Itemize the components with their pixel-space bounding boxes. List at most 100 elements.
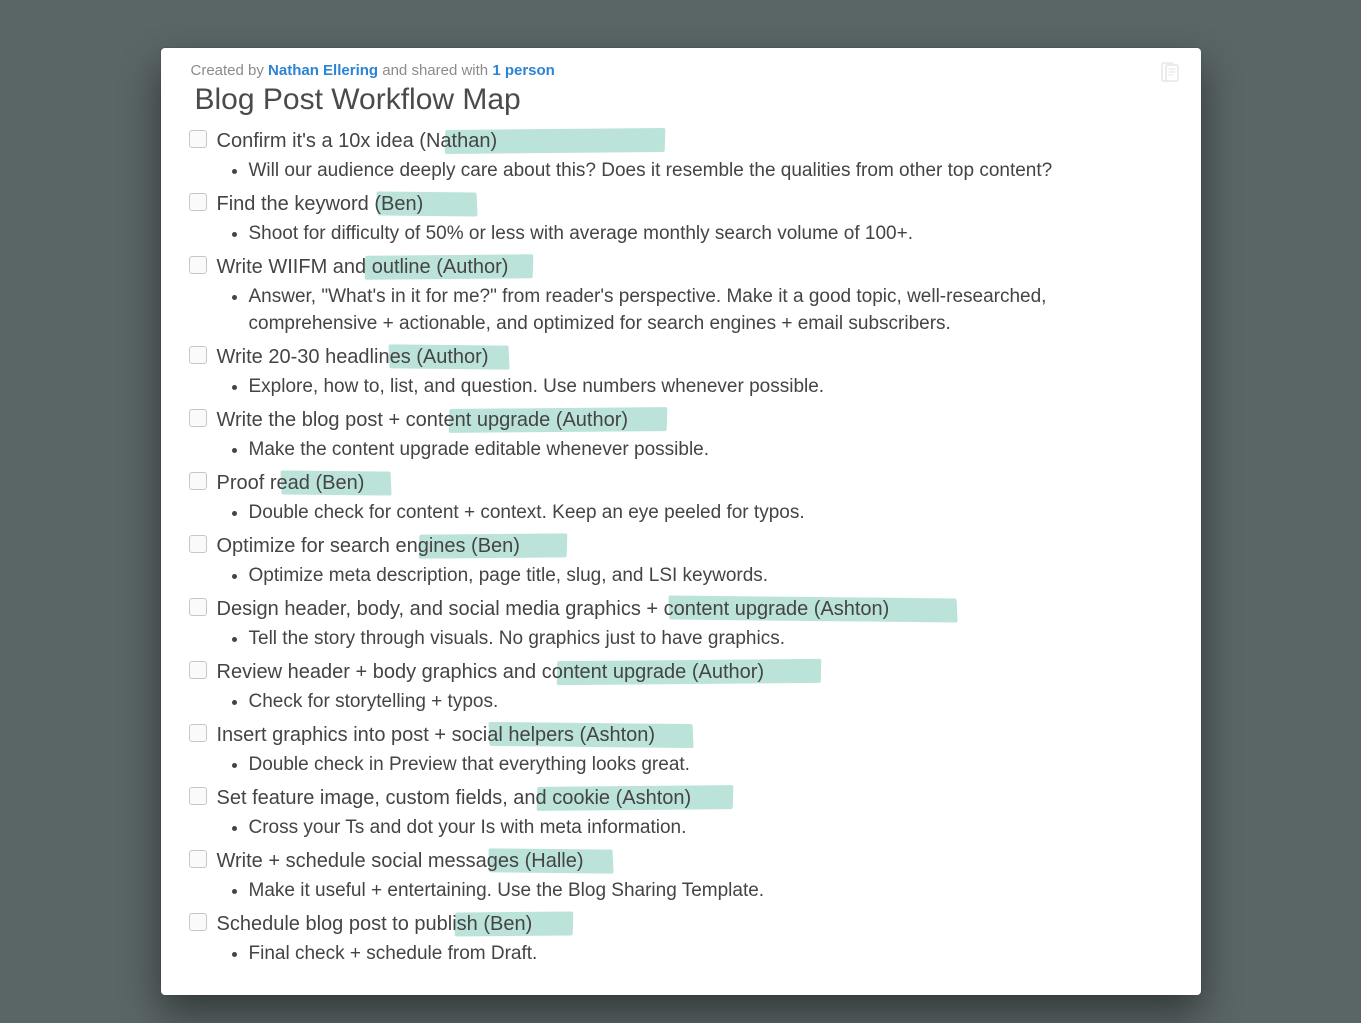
task-label: Write 20-30 headlines (Author)	[217, 343, 489, 371]
task-line: Set feature image, custom fields, and co…	[189, 784, 1173, 812]
task-checkbox[interactable]	[189, 535, 207, 553]
task-sub-list: Make it useful + entertaining. Use the B…	[189, 877, 1173, 904]
task-sub-list: Check for storytelling + typos.	[189, 688, 1173, 715]
task-sub-item: Optimize meta description, page title, s…	[249, 562, 1173, 589]
task-item: Set feature image, custom fields, and co…	[189, 784, 1173, 841]
task-sub-list: Double check in Preview that everything …	[189, 751, 1173, 778]
task-sub-item: Tell the story through visuals. No graph…	[249, 625, 1173, 652]
task-checkbox[interactable]	[189, 598, 207, 616]
note-type-icon	[1161, 62, 1179, 82]
task-checkbox[interactable]	[189, 913, 207, 931]
task-sub-item: Cross your Ts and dot your Is with meta …	[249, 814, 1173, 841]
task-label-text: Write 20-30 headlines (Author)	[217, 346, 489, 368]
task-label: Proof read (Ben)	[217, 469, 365, 497]
task-label-text: Insert graphics into post + social helpe…	[217, 724, 656, 746]
task-label-text: Review header + body graphics and conten…	[217, 661, 765, 683]
task-item: Insert graphics into post + social helpe…	[189, 721, 1173, 778]
task-label: Review header + body graphics and conten…	[217, 658, 765, 686]
task-item: Proof read (Ben) Double check for content…	[189, 469, 1173, 526]
task-line: Review header + body graphics and conten…	[189, 658, 1173, 686]
task-line: Schedule blog post to publish (Ben)	[189, 910, 1173, 938]
task-label-text: Proof read (Ben)	[217, 472, 365, 494]
task-sub-list: Answer, "What's in it for me?" from read…	[189, 283, 1173, 337]
task-sub-item: Make it useful + entertaining. Use the B…	[249, 877, 1173, 904]
task-item: Schedule blog post to publish (Ben) Final…	[189, 910, 1173, 967]
task-item: Write + schedule social messages (Halle)…	[189, 847, 1173, 904]
note-card: Created by Nathan Ellering and shared wi…	[161, 48, 1201, 995]
task-list: Confirm it's a 10x idea (Nathan) Will our…	[189, 127, 1173, 967]
task-item: Write the blog post + content upgrade (A…	[189, 406, 1173, 463]
task-line: Write + schedule social messages (Halle)	[189, 847, 1173, 875]
task-label-text: Schedule blog post to publish (Ben)	[217, 913, 533, 935]
meta-line: Created by Nathan Ellering and shared wi…	[189, 62, 1173, 79]
task-line: Find the keyword (Ben)	[189, 190, 1173, 218]
shared-with-link[interactable]: 1 person	[492, 62, 555, 79]
task-line: Optimize for search engines (Ben)	[189, 532, 1173, 560]
task-item: Design header, body, and social media gr…	[189, 595, 1173, 652]
task-item: Write 20-30 headlines (Author) Explore, h…	[189, 343, 1173, 400]
task-sub-item: Double check for content + context. Keep…	[249, 499, 1173, 526]
task-line: Proof read (Ben)	[189, 469, 1173, 497]
task-sub-item: Will our audience deeply care about this…	[249, 157, 1173, 184]
task-checkbox[interactable]	[189, 724, 207, 742]
task-checkbox[interactable]	[189, 472, 207, 490]
task-sub-list: Shoot for difficulty of 50% or less with…	[189, 220, 1173, 247]
task-sub-list: Cross your Ts and dot your Is with meta …	[189, 814, 1173, 841]
task-label-text: Optimize for search engines (Ben)	[217, 535, 520, 557]
task-label-text: Write the blog post + content upgrade (A…	[217, 409, 629, 431]
task-checkbox[interactable]	[189, 850, 207, 868]
author-link[interactable]: Nathan Ellering	[268, 62, 378, 79]
task-sub-list: Optimize meta description, page title, s…	[189, 562, 1173, 589]
task-sub-item: Explore, how to, list, and question. Use…	[249, 373, 1173, 400]
task-item: Find the keyword (Ben) Shoot for difficul…	[189, 190, 1173, 247]
task-sub-item: Answer, "What's in it for me?" from read…	[249, 283, 1173, 337]
task-sub-item: Final check + schedule from Draft.	[249, 940, 1173, 967]
task-sub-list: Make the content upgrade editable whenev…	[189, 436, 1173, 463]
task-line: Write the blog post + content upgrade (A…	[189, 406, 1173, 434]
task-sub-item: Check for storytelling + typos.	[249, 688, 1173, 715]
task-line: Insert graphics into post + social helpe…	[189, 721, 1173, 749]
task-label: Set feature image, custom fields, and co…	[217, 784, 692, 812]
task-label-text: Set feature image, custom fields, and co…	[217, 787, 692, 809]
task-line: Write 20-30 headlines (Author)	[189, 343, 1173, 371]
task-sub-item: Double check in Preview that everything …	[249, 751, 1173, 778]
task-checkbox[interactable]	[189, 130, 207, 148]
meta-prefix: Created by	[191, 62, 269, 79]
task-label-text: Write WIIFM and outline (Author)	[217, 256, 509, 278]
task-label-text: Find the keyword (Ben)	[217, 193, 424, 215]
task-label: Write + schedule social messages (Halle)	[217, 847, 584, 875]
task-label: Schedule blog post to publish (Ben)	[217, 910, 533, 938]
task-label-text: Design header, body, and social media gr…	[217, 598, 890, 620]
task-label: Find the keyword (Ben)	[217, 190, 424, 218]
task-item: Confirm it's a 10x idea (Nathan) Will our…	[189, 127, 1173, 184]
note-title: Blog Post Workflow Map	[189, 83, 1173, 117]
task-checkbox[interactable]	[189, 409, 207, 427]
task-sub-item: Make the content upgrade editable whenev…	[249, 436, 1173, 463]
task-sub-list: Will our audience deeply care about this…	[189, 157, 1173, 184]
task-label: Write WIIFM and outline (Author)	[217, 253, 509, 281]
task-line: Confirm it's a 10x idea (Nathan)	[189, 127, 1173, 155]
task-label-text: Write + schedule social messages (Halle)	[217, 850, 584, 872]
meta-mid: and shared with	[378, 62, 492, 79]
task-checkbox[interactable]	[189, 193, 207, 211]
task-item: Write WIIFM and outline (Author) Answer, …	[189, 253, 1173, 337]
task-line: Design header, body, and social media gr…	[189, 595, 1173, 623]
task-sub-list: Explore, how to, list, and question. Use…	[189, 373, 1173, 400]
task-line: Write WIIFM and outline (Author)	[189, 253, 1173, 281]
task-checkbox[interactable]	[189, 256, 207, 274]
task-item: Optimize for search engines (Ben) Optimiz…	[189, 532, 1173, 589]
task-label: Design header, body, and social media gr…	[217, 595, 890, 623]
task-sub-list: Double check for content + context. Keep…	[189, 499, 1173, 526]
task-label: Write the blog post + content upgrade (A…	[217, 406, 629, 434]
task-sub-item: Shoot for difficulty of 50% or less with…	[249, 220, 1173, 247]
task-label: Insert graphics into post + social helpe…	[217, 721, 656, 749]
task-sub-list: Final check + schedule from Draft.	[189, 940, 1173, 967]
task-item: Review header + body graphics and conten…	[189, 658, 1173, 715]
task-sub-list: Tell the story through visuals. No graph…	[189, 625, 1173, 652]
task-checkbox[interactable]	[189, 661, 207, 679]
task-checkbox[interactable]	[189, 346, 207, 364]
task-label: Confirm it's a 10x idea (Nathan)	[217, 127, 498, 155]
task-checkbox[interactable]	[189, 787, 207, 805]
task-label-text: Confirm it's a 10x idea (Nathan)	[217, 130, 498, 152]
task-label: Optimize for search engines (Ben)	[217, 532, 520, 560]
